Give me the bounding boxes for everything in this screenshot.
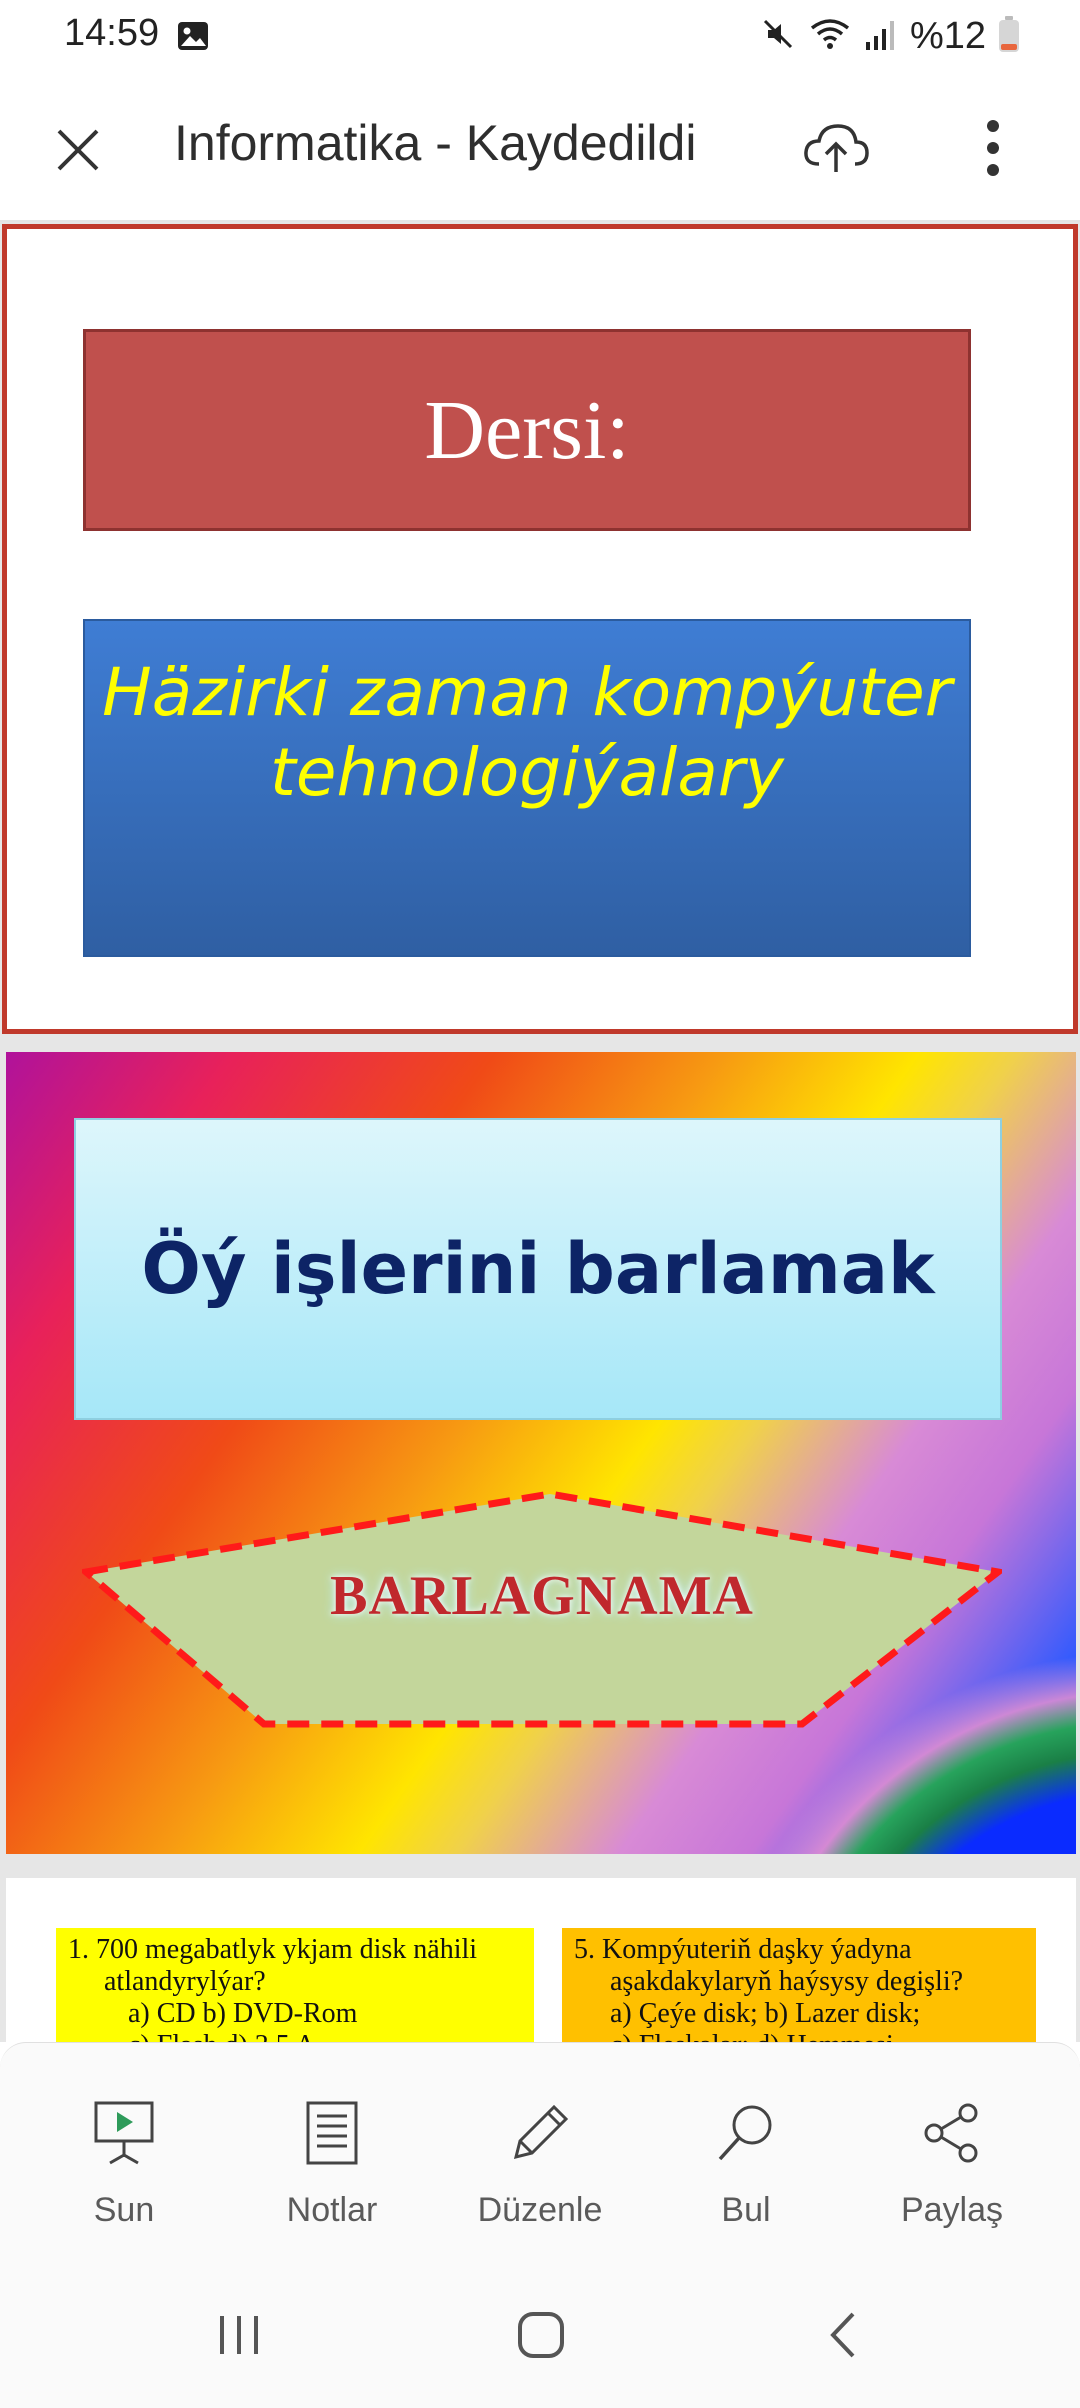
status-time: 14:59: [64, 12, 160, 54]
question-5-line4: c) Fleskalar; d) Hemmesi.: [574, 2030, 1024, 2042]
find-button[interactable]: Bul: [656, 2093, 836, 2243]
back-button[interactable]: [798, 2300, 888, 2370]
recent-apps-icon: [220, 2316, 258, 2354]
share-label: Paylaş: [900, 2191, 1004, 2229]
question-5-line2: aşakdakylaryň haýsysy degişli?: [610, 1966, 964, 1997]
cloud-upload-button[interactable]: [796, 108, 876, 188]
home-icon: [518, 2312, 564, 2358]
battery-percent: %12: [909, 14, 986, 57]
mute-icon: [760, 16, 796, 57]
question-1-line3: a) CD b) DVD-Rom: [128, 1998, 358, 2029]
app-bar: Informatika - Kaydedildi: [0, 72, 1080, 222]
wifi-icon: [808, 16, 852, 57]
search-icon: [706, 2093, 786, 2173]
question-card-1: 1. 700 megabatlyk ykjam disk nähili atla…: [56, 1928, 534, 2042]
slide-1-subtitle-box: Häzirki zaman kompýuter tehnologiýalary: [83, 619, 971, 957]
question-5-line3: a) Çeýe disk; b) Lazer disk;: [610, 1998, 921, 2029]
system-nav-bar: [0, 2264, 1080, 2408]
present-label: Sun: [93, 2191, 155, 2229]
slide-2-title: Öý işlerini barlamak: [141, 1228, 935, 1310]
signal-icon: [864, 16, 898, 57]
share-icon: [912, 2093, 992, 2173]
close-icon: [57, 129, 99, 171]
present-button[interactable]: Sun: [34, 2093, 214, 2243]
slide-1-subtitle-line1: Häzirki zaman kompýuter: [102, 654, 952, 731]
pencil-icon: [500, 2093, 580, 2173]
edit-label: Düzenle: [477, 2191, 603, 2229]
more-options-button[interactable]: [960, 108, 1026, 188]
notes-button[interactable]: Notlar: [242, 2093, 422, 2243]
notes-label: Notlar: [286, 2191, 378, 2229]
slides-viewer[interactable]: Dersi: Häzirki zaman kompýuter tehnologi…: [0, 222, 1080, 2042]
edit-button[interactable]: Düzenle: [450, 2093, 630, 2243]
find-label: Bul: [721, 2191, 771, 2229]
cloud-upload-icon: [804, 124, 869, 172]
barlagnama-label: BARLAGNAMA: [330, 1565, 754, 1627]
question-1-line1: 1. 700 megabatlyk ykjam disk nähili: [68, 1934, 478, 1965]
share-button[interactable]: Paylaş: [862, 2093, 1042, 2243]
slide-1-subtitle: Häzirki zaman kompýuter tehnologiýalary: [102, 653, 952, 813]
slide-2[interactable]: Öý işlerini barlamak BARLAGNAMA: [6, 1052, 1076, 1854]
slide-3[interactable]: 1. 700 megabatlyk ykjam disk nähili atla…: [6, 1878, 1076, 2042]
slide-2-title-box: Öý işlerini barlamak: [74, 1118, 1002, 1420]
question-1-line2: atlandyrylýar?: [104, 1966, 266, 1997]
slide-1-subtitle-line2: tehnologiýalary: [270, 734, 784, 811]
status-bar: 14:59 %12: [0, 0, 1080, 72]
bottom-toolbar: Sun Notlar Düzenle Bul Paylaş: [0, 2042, 1080, 2264]
slide-1-title-box: Dersi:: [83, 329, 971, 531]
back-icon: [830, 2312, 855, 2358]
battery-icon: [998, 15, 1020, 58]
notes-icon: [292, 2093, 372, 2173]
slide-1-title: Dersi:: [424, 383, 630, 477]
recent-apps-button[interactable]: [194, 2300, 284, 2370]
present-icon: [84, 2093, 164, 2173]
close-button[interactable]: [40, 112, 116, 188]
question-card-5: 5. Kompýuteriň daşky ýadyna aşakdakylary…: [562, 1928, 1036, 2042]
question-1-line4: c) Flash d) 3.5 A: [68, 2030, 522, 2042]
home-button[interactable]: [496, 2300, 586, 2370]
question-5-line1: 5. Kompýuteriň daşky ýadyna: [574, 1934, 912, 1965]
gallery-icon: [176, 20, 210, 52]
more-vertical-icon: [987, 120, 999, 176]
status-icons: %12: [760, 12, 1020, 60]
document-title: Informatika - Kaydedildi: [174, 115, 697, 171]
slide-1[interactable]: Dersi: Häzirki zaman kompýuter tehnologi…: [2, 224, 1078, 1034]
